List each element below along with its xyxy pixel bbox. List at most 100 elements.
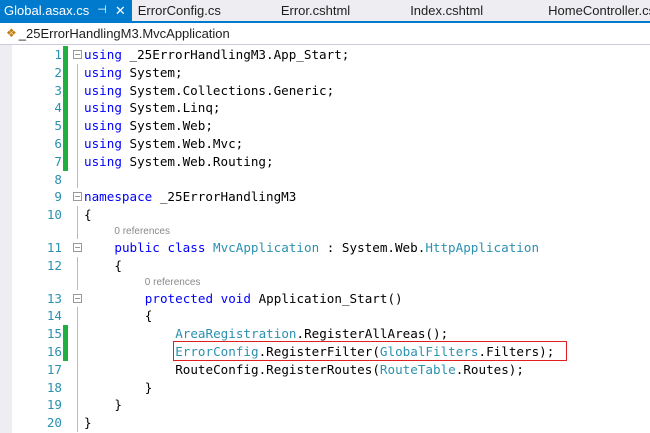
collapse-icon[interactable]: − bbox=[73, 293, 82, 303]
line-number: 15 bbox=[46, 326, 62, 342]
code-text: public class MvcApplication : System.Web… bbox=[114, 239, 539, 257]
code-text: } bbox=[145, 379, 153, 397]
tab-global-asax-cs[interactable]: Global.asax.cs ⊣ ✕ bbox=[0, 0, 132, 21]
line-number: 14 bbox=[46, 308, 62, 324]
outline-guide bbox=[77, 396, 78, 415]
change-indicator bbox=[63, 117, 68, 135]
line-number: 20 bbox=[46, 415, 62, 431]
line-number: 3 bbox=[54, 82, 62, 98]
line-number: 1 bbox=[54, 47, 62, 62]
code-text: using System.Web.Routing; bbox=[84, 153, 274, 171]
keyword: public bbox=[114, 239, 160, 255]
tab-homecontroller-cs[interactable]: HomeController.cs bbox=[538, 0, 650, 21]
references-link[interactable]: 0 references bbox=[145, 275, 201, 290]
navigation-bar[interactable]: ❖ _25ErrorHandlingM3.MvcApplication bbox=[0, 23, 650, 45]
outline-guide bbox=[77, 63, 78, 82]
change-indicator bbox=[63, 342, 68, 361]
code-text: { bbox=[114, 257, 122, 275]
collapse-icon[interactable]: − bbox=[73, 242, 82, 252]
code-line: 7 using System.Web.Routing; bbox=[0, 152, 650, 171]
line-number: 9 bbox=[54, 189, 62, 205]
keyword: using bbox=[84, 135, 122, 151]
code-line: 19} bbox=[0, 396, 650, 415]
code-line: 14 { bbox=[0, 307, 650, 326]
pin-icon[interactable]: ⊣ bbox=[97, 0, 107, 21]
collapse-icon[interactable]: − bbox=[73, 50, 82, 59]
codelens-row: 0 references bbox=[0, 223, 650, 239]
change-indicator bbox=[63, 325, 68, 343]
collapse-icon[interactable]: − bbox=[73, 192, 82, 202]
code-line: 12 { bbox=[0, 256, 650, 275]
code-token: System.Web.Mvc; bbox=[121, 135, 244, 151]
outline-guide bbox=[77, 99, 78, 118]
code-token: _25ErrorHandlingM3 bbox=[152, 189, 297, 205]
outline-guide bbox=[77, 360, 78, 379]
code-text: using _25ErrorHandlingM3.App_Start; bbox=[84, 46, 349, 64]
code-text: using System; bbox=[84, 64, 183, 82]
keyword: using bbox=[84, 82, 122, 98]
code-text: protected void Application_Start() bbox=[145, 290, 403, 308]
code-token: { bbox=[114, 257, 122, 273]
change-indicator bbox=[63, 134, 68, 153]
code-text: { bbox=[84, 206, 92, 224]
tab-errorconfig-cs[interactable]: ErrorConfig.cs bbox=[132, 0, 231, 21]
keyword: using bbox=[84, 118, 122, 134]
line-number: 2 bbox=[54, 64, 62, 80]
outline-guide bbox=[77, 170, 78, 189]
code-line: 10 { bbox=[0, 206, 650, 224]
code-text: } bbox=[84, 414, 92, 432]
tab-label: ErrorConfig.cs bbox=[137, 3, 221, 18]
code-line: 2 using System; bbox=[0, 63, 650, 82]
document-tabs: Global.asax.cs ⊣ ✕ ErrorConfig.cs Error.csht… bbox=[0, 0, 650, 23]
code-line: 9 − namespace _25ErrorHandlingM3 bbox=[0, 188, 650, 206]
line-number: 12 bbox=[46, 257, 62, 273]
outline-guide bbox=[77, 414, 78, 432]
code-token: } bbox=[84, 415, 92, 431]
tab-label: Error.cshtml bbox=[280, 3, 351, 18]
code-token: System.Web.Routing; bbox=[121, 153, 274, 169]
code-text: namespace _25ErrorHandlingM3 bbox=[84, 188, 296, 206]
tab-error-cshtml[interactable]: Error.cshtml bbox=[271, 0, 360, 21]
outline-guide bbox=[77, 223, 78, 239]
tab-label: Global.asax.cs bbox=[4, 3, 90, 18]
keyword: using bbox=[84, 64, 122, 80]
line-number: 6 bbox=[54, 135, 62, 151]
tab-label: HomeController.cs bbox=[548, 3, 650, 18]
tab-label: Index.cshtml bbox=[410, 3, 484, 18]
code-text: } bbox=[114, 396, 122, 414]
change-indicator bbox=[63, 46, 68, 64]
change-indicator bbox=[63, 81, 68, 100]
code-editor[interactable]: 1− using _25ErrorHandlingM3.App_Start; 2 us… bbox=[0, 45, 650, 433]
code-line: 6 using System.Web.Mvc; bbox=[0, 134, 650, 153]
outline-guide bbox=[77, 81, 78, 100]
tab-index-cshtml[interactable]: Index.cshtml bbox=[400, 0, 493, 21]
code-line: 13 − protected void Application_Start() bbox=[0, 290, 650, 308]
outline-guide bbox=[77, 134, 78, 153]
keyword: using bbox=[84, 47, 122, 62]
code-token: } bbox=[114, 397, 122, 413]
breadcrumb: _25ErrorHandlingM3.MvcApplication bbox=[18, 26, 230, 41]
keyword: void bbox=[220, 290, 251, 306]
outline-guide bbox=[77, 378, 78, 397]
references-link[interactable]: 0 references bbox=[114, 224, 170, 239]
code-text: using System.Web; bbox=[84, 117, 213, 135]
type-name: AreaRegistration bbox=[175, 326, 297, 342]
outline-guide bbox=[77, 307, 78, 326]
line-number: 19 bbox=[46, 397, 62, 413]
outline-guide bbox=[77, 256, 78, 275]
code-line: 3 using System.Collections.Generic; bbox=[0, 81, 650, 100]
code-token: .RegisterAllAreas(); bbox=[296, 326, 449, 342]
line-number: 8 bbox=[54, 171, 62, 187]
change-indicator bbox=[63, 63, 68, 82]
line-number: 5 bbox=[54, 118, 62, 134]
keyword: using bbox=[84, 100, 122, 116]
type-name: HttpApplication bbox=[425, 239, 540, 255]
line-number: 7 bbox=[54, 153, 62, 169]
code-text: { bbox=[145, 307, 153, 325]
code-token: System; bbox=[121, 64, 183, 80]
line-number: 13 bbox=[46, 290, 62, 306]
code-line: 16 ErrorConfig.RegisterFilter(GlobalFilte… bbox=[0, 340, 650, 361]
code-line: 11 − public class MvcApplication : System.… bbox=[0, 239, 650, 257]
close-icon[interactable]: ✕ bbox=[115, 0, 126, 21]
